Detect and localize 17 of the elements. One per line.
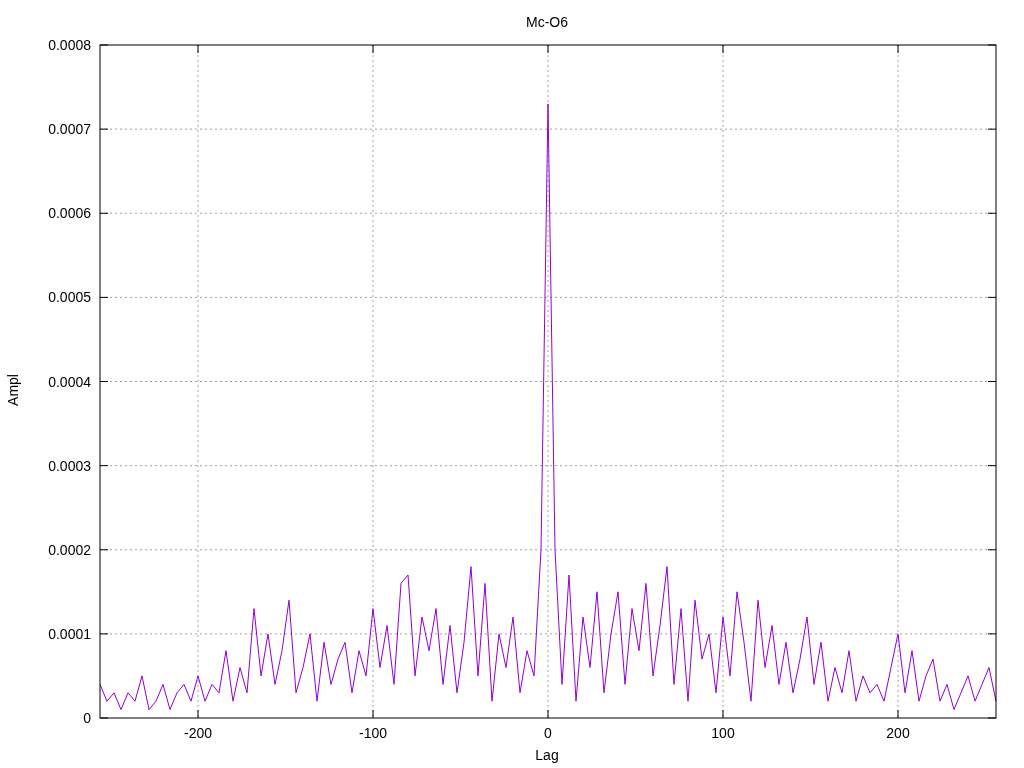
tick-label: 0.0006: [48, 205, 91, 222]
tick-label: 0.0005: [48, 289, 91, 306]
tick-label: -200: [184, 725, 212, 741]
tick-label: 0.0008: [48, 37, 91, 53]
tick-label: 0.0001: [48, 625, 91, 642]
tick-label: 0: [544, 725, 552, 741]
axis-label: Lag: [535, 747, 559, 763]
tick-label: 0.0004: [48, 373, 91, 390]
tick-label: 200: [886, 725, 910, 741]
tick-label: 100: [711, 725, 735, 741]
chart-title: Mc-O6: [526, 14, 568, 30]
tick-label: 0: [83, 710, 91, 726]
tick-label: 0.0003: [48, 457, 91, 474]
tick-label: 0.0007: [48, 121, 91, 138]
tick-label: 0.0002: [48, 541, 91, 558]
tick-label: -100: [359, 725, 387, 741]
axis-label: Ampl: [5, 374, 21, 406]
